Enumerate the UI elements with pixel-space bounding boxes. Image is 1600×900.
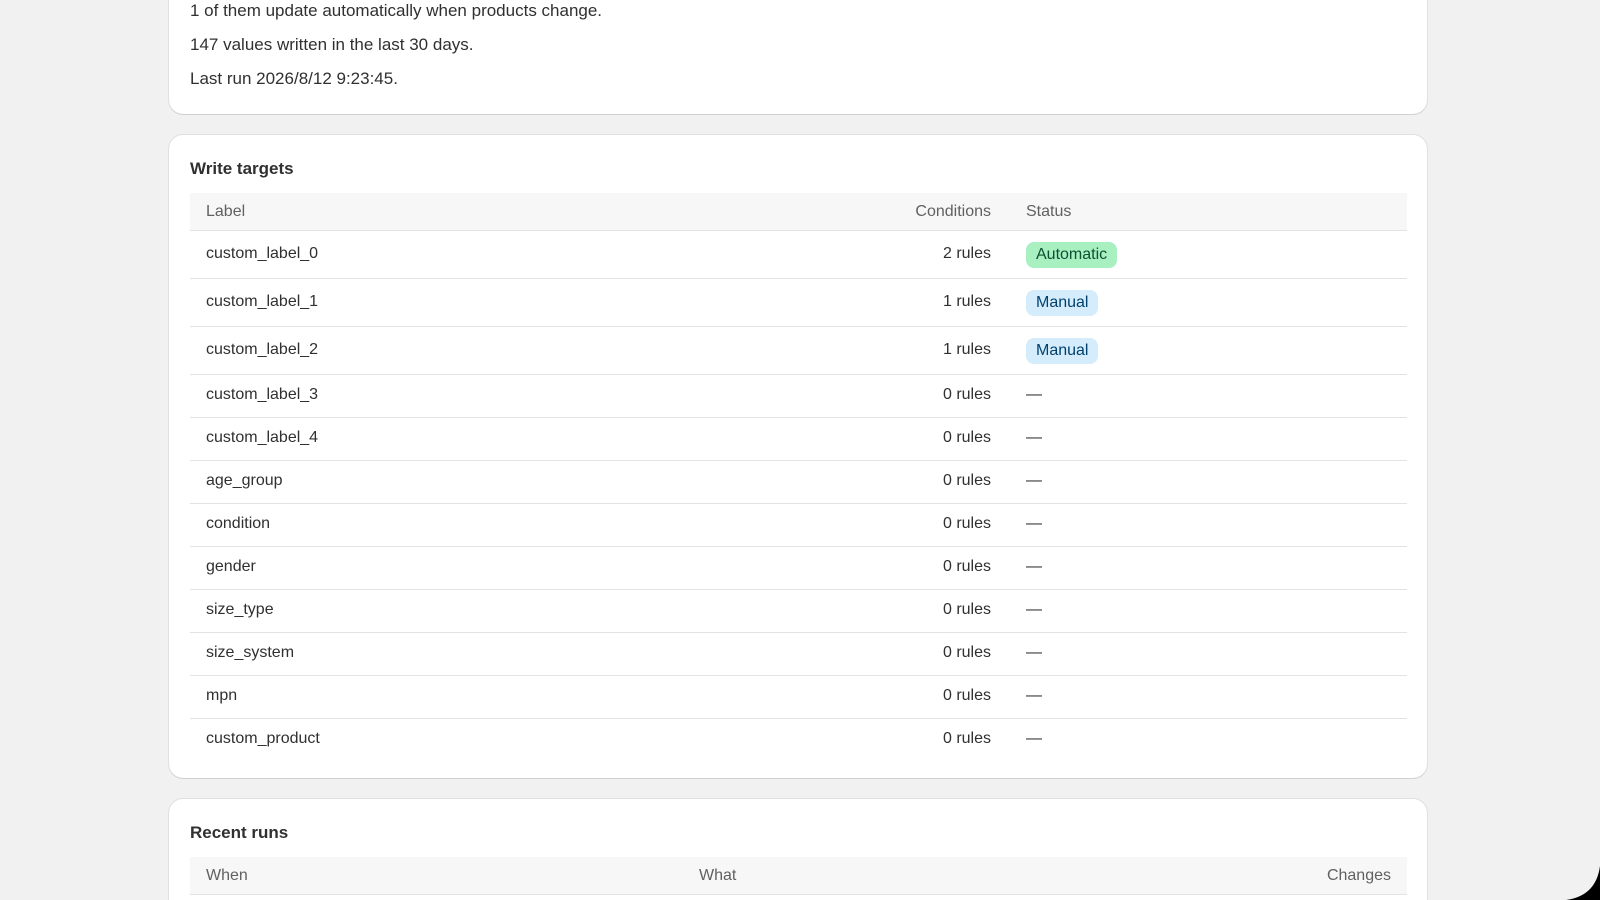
row-conditions: 0 rules [942, 515, 991, 532]
table-header: When What Changes [190, 857, 1407, 895]
row-label: size_system [206, 644, 295, 661]
header-label: Label [206, 203, 246, 220]
row-label: gender [206, 558, 256, 575]
row-conditions: 1 rules [942, 293, 991, 310]
status-badge: Manual [1026, 338, 1099, 364]
table-row[interactable]: gender 0 rules — [190, 547, 1407, 590]
status-empty: — [1026, 558, 1042, 575]
table-row[interactable]: custom_product 0 rules — [190, 719, 1407, 761]
table-row[interactable]: custom_label_1 1 rules Manual [190, 279, 1407, 327]
row-conditions: 1 rules [942, 341, 991, 358]
recent-runs-card: Recent runs When What Changes [169, 799, 1427, 900]
row-conditions: 0 rules [942, 386, 991, 403]
write-targets-table: Label Conditions Status custom_label_0 2… [190, 193, 1407, 761]
table-row[interactable]: custom_label_4 0 rules — [190, 418, 1407, 461]
write-targets-title: Write targets [190, 159, 294, 178]
write-targets-card: Write targets Label Conditions Status cu… [169, 135, 1427, 778]
table-row[interactable]: size_type 0 rules — [190, 590, 1407, 633]
row-label: age_group [206, 472, 283, 489]
status-empty: — [1026, 472, 1042, 489]
status-empty: — [1026, 386, 1042, 403]
status-empty: — [1026, 644, 1042, 661]
auto-update-summary: 1 of them update automatically when prod… [190, 1, 603, 20]
status-empty: — [1026, 429, 1042, 446]
row-label: custom_label_1 [206, 293, 319, 310]
table-row[interactable]: condition 0 rules — [190, 504, 1407, 547]
table-row[interactable]: size_system 0 rules — [190, 633, 1407, 676]
row-label: custom_label_3 [206, 386, 319, 403]
header-status: Status [1026, 203, 1072, 220]
status-empty: — [1026, 687, 1042, 704]
row-label: condition [206, 515, 271, 532]
row-label: custom_label_0 [206, 245, 319, 262]
values-written-summary: 147 values written in the last 30 days. [190, 35, 474, 54]
summary-card: 1 of them update automatically when prod… [169, 0, 1427, 114]
table-row[interactable]: custom_label_0 2 rules Automatic [190, 231, 1407, 279]
row-label: size_type [206, 601, 274, 618]
status-empty: — [1026, 515, 1042, 532]
status-empty: — [1026, 601, 1042, 618]
table-header: Label Conditions Status [190, 193, 1407, 231]
row-label: custom_label_4 [206, 429, 319, 446]
status-empty: — [1026, 730, 1042, 747]
row-conditions: 0 rules [942, 644, 991, 661]
header-when: When [206, 867, 248, 884]
table-row[interactable]: custom_label_2 1 rules Manual [190, 327, 1407, 375]
row-conditions: 2 rules [942, 245, 991, 262]
last-run-summary: Last run 2026/8/12 9:23:45. [190, 69, 398, 88]
row-label: mpn [206, 687, 238, 704]
row-conditions: 0 rules [942, 730, 991, 747]
table-row[interactable]: age_group 0 rules — [190, 461, 1407, 504]
row-label: custom_product [206, 730, 320, 747]
status-badge: Automatic [1026, 242, 1118, 268]
recent-runs-table: When What Changes [190, 857, 1407, 895]
header-what: What [699, 867, 737, 884]
window-corner [1566, 866, 1600, 900]
header-conditions: Conditions [915, 203, 991, 220]
row-label: custom_label_2 [206, 341, 319, 358]
row-conditions: 0 rules [942, 472, 991, 489]
row-conditions: 0 rules [942, 601, 991, 618]
table-row[interactable]: custom_label_3 0 rules — [190, 375, 1407, 418]
recent-runs-title: Recent runs [190, 823, 289, 842]
row-conditions: 0 rules [942, 687, 991, 704]
header-changes: Changes [1326, 867, 1391, 884]
status-badge: Manual [1026, 290, 1099, 316]
row-conditions: 0 rules [942, 558, 991, 575]
page: 1 of them update automatically when prod… [0, 0, 1600, 900]
row-conditions: 0 rules [942, 429, 991, 446]
table-row[interactable]: mpn 0 rules — [190, 676, 1407, 719]
